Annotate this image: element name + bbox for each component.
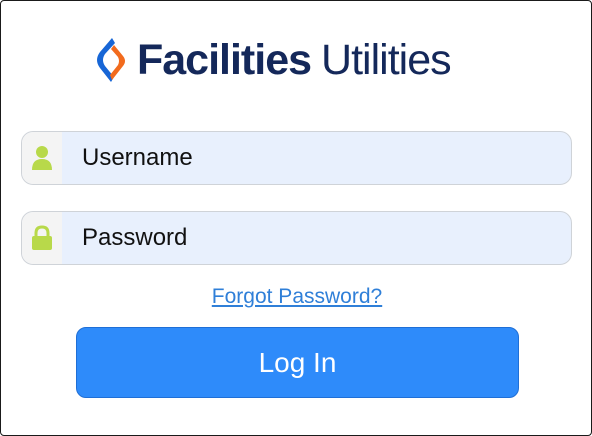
brand-logo: Facilities Utilities: [91, 35, 452, 85]
password-icon-cell: [22, 212, 62, 264]
login-button[interactable]: Log In: [76, 327, 519, 398]
password-field: [21, 211, 572, 265]
username-field: [21, 131, 572, 185]
password-input[interactable]: [62, 212, 571, 264]
brand-name-primary: Facilities: [137, 36, 312, 84]
brand-name-secondary: Utilities: [321, 36, 452, 84]
login-panel: FacilitiesUtilities Forgot Password? Log…: [0, 0, 592, 436]
username-input[interactable]: [62, 132, 571, 184]
lock-icon: [32, 225, 52, 250]
user-icon: [32, 146, 52, 170]
flame-logo-icon: [97, 38, 125, 82]
brand-name: Facilities Utilities: [137, 35, 452, 85]
forgot-password-link[interactable]: Forgot Password?: [1, 285, 592, 309]
username-icon-cell: [22, 132, 62, 184]
